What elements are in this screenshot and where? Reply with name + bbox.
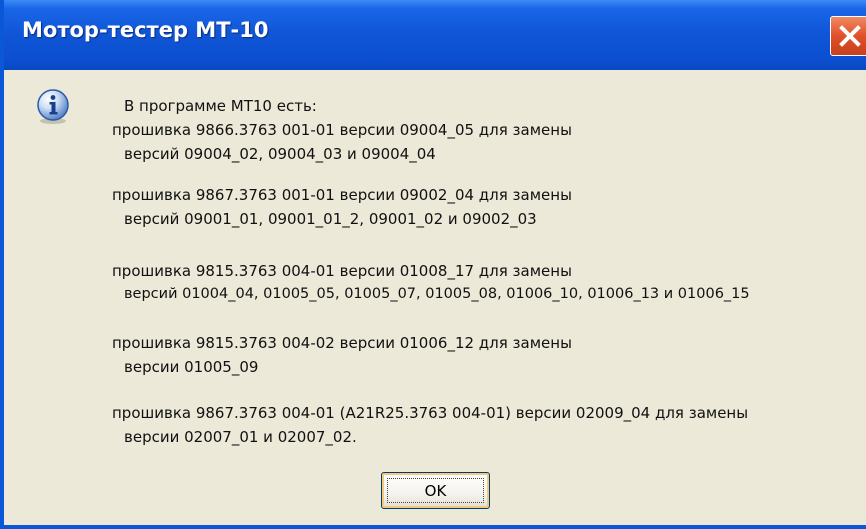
ok-button-label: OK [387, 478, 484, 503]
message-line: версий 09004_02, 09004_03 и 09004_04 [124, 145, 436, 163]
ok-button[interactable]: OK [381, 472, 490, 509]
message-line: прошивка 9867.3763 004-01 (A21R25.3763 0… [112, 404, 749, 422]
message-line: версии 02007_01 и 02007_02. [124, 428, 357, 446]
message-line: прошивка 9866.3763 001-01 версии 09004_0… [112, 121, 572, 139]
close-button[interactable] [830, 16, 866, 56]
message-line: прошивка 9815.3763 004-01 версии 01008_1… [112, 262, 572, 280]
window-title: Мотор-тестер МТ-10 [22, 18, 269, 42]
message-line: В программе МТ10 есть: [124, 97, 317, 115]
message-line: прошивка 9867.3763 001-01 версии 09002_0… [112, 186, 572, 204]
info-icon [37, 89, 69, 124]
message-line: версии 01005_09 [124, 358, 259, 376]
message-line: версий 01004_04, 01005_05, 01005_07, 010… [124, 286, 750, 302]
message-line: версий 09001_01, 09001_01_2, 09001_02 и … [124, 210, 537, 228]
message-dialog: Мотор-тестер МТ-10 В программе МТ10 есть… [0, 0, 866, 529]
message-line: прошивка 9815.3763 004-02 версии 01006_1… [112, 334, 572, 352]
close-icon [839, 25, 861, 47]
title-bar[interactable]: Мотор-тестер МТ-10 [4, 0, 866, 70]
